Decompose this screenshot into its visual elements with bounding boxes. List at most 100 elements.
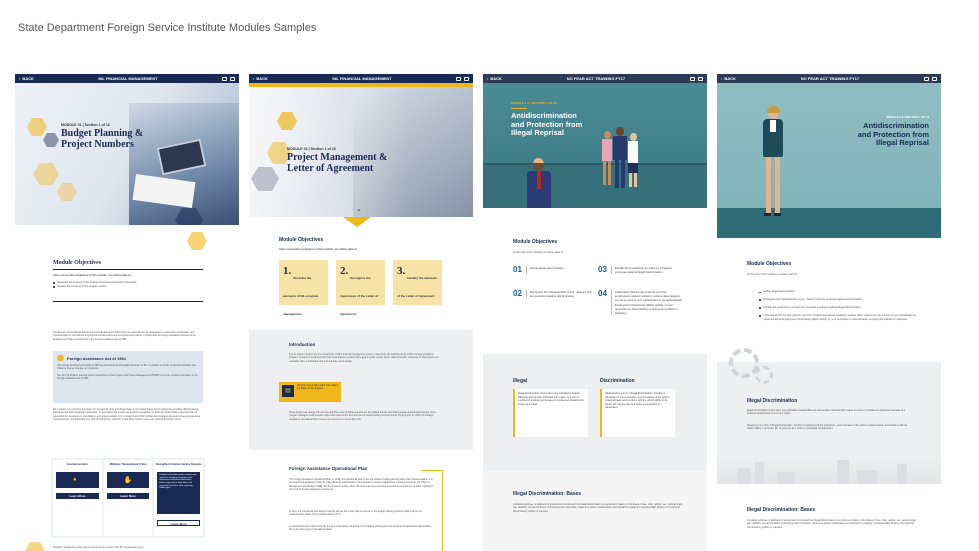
back-button[interactable]: ‹ BACK [19, 76, 34, 81]
operational-plan-paragraph-1: The Foreign Assistance Operational Plan … [289, 479, 434, 492]
objectives-intro: At the end of this module you will be ab… [513, 251, 564, 254]
panel-budget-planning: ‹ BACK INL FINANCIAL MANAGEMENT MODULE 01… [15, 74, 239, 551]
hero-text: MODULE 1.2 | SECTION 1 OF 14 Antidiscrim… [858, 115, 929, 148]
bases-heading: Illegal Discrimination: Bases [513, 491, 582, 497]
hero-title-line1: Budget Planning & [61, 128, 144, 139]
illegal-paragraph-1: Illegal discrimination occurs when one i… [747, 410, 905, 416]
discrimination-definition: Harassment is a form of illegal discrimi… [600, 389, 675, 437]
course-title: INL FINANCIAL MANAGEMENT [332, 76, 392, 81]
print-icon[interactable] [456, 76, 461, 81]
back-button[interactable]: ‹ BACK [721, 76, 736, 81]
card-image: ● [56, 472, 99, 488]
list-item: Define illegal discrimination. [759, 290, 919, 294]
hexagon-decor [25, 542, 45, 551]
print-icon[interactable] [924, 76, 929, 81]
faa-paragraph-1: The Foreign Assistance Act (FAA) of 1961… [57, 365, 196, 371]
bases-section: Illegal Discrimination: Bases A Federal … [483, 471, 707, 551]
print-icon[interactable] [222, 76, 227, 81]
discrimination-heading: Discrimination [600, 378, 635, 384]
skyline-decor [717, 454, 941, 484]
module-label: MODULE 02 | Section 1 of 16 [287, 147, 336, 151]
panel-antidiscrimination-a: ‹ BACK NO FEAR ACT TRAINING FY17 MODULE 1… [483, 74, 707, 551]
floor [717, 208, 941, 238]
menu-icon[interactable] [932, 76, 937, 81]
arrow-pointer [343, 217, 371, 227]
hero-title-line3: Illegal Reprisal [511, 128, 564, 138]
course-title: NO FEAR ACT TRAINING FY17 [800, 76, 860, 81]
operational-plan-heading: Foreign Assistance Operational Plan [289, 466, 368, 471]
card-criminal-justice: Strengthen Criminal Justice Systems Esta… [154, 460, 204, 536]
module-label: MODULE 1.2 | SECTION 1 OF 14 [511, 101, 557, 105]
objective-box-1: 1. Describe the elements of INL program m… [279, 260, 328, 316]
hexagon-icon [57, 355, 64, 361]
history-callout[interactable]: ▤ Click the icon at left to learn more a… [279, 382, 341, 402]
introduction-paragraph-1: Just as project numbers are the cornerst… [289, 354, 439, 363]
panel-antidiscrimination-b: ‹ BACK NO FEAR ACT TRAINING FY17 MODULE 1… [717, 74, 941, 551]
menu-icon[interactable] [698, 76, 703, 81]
chevron-left-icon: ‹ [487, 76, 489, 81]
hexagon-decor [57, 183, 77, 201]
card-transnational-crime: Minimize Transnational Crime ✋ Learn Mor… [103, 460, 153, 536]
chevron-left-icon: ‹ [253, 76, 255, 81]
hero-title-line2: Letter of Agreement [287, 162, 374, 174]
panel-project-management: ‹ BACK INL FINANCIAL MANAGEMENT MODULE 02… [249, 74, 473, 551]
back-button[interactable]: ‹ BACK [487, 76, 502, 81]
objectives-heading: Module Objectives [747, 261, 792, 267]
objective-box-2: 2. Recognize the importance of the Letter… [336, 260, 385, 316]
man-illustration [613, 127, 627, 189]
module-label: MODULE 01 | Section 1 of 12 [61, 123, 110, 127]
faa-callout: Foreign Assistance Act of 1961 The Forei… [53, 351, 203, 403]
chevron-down-icon[interactable]: ⌄ [356, 205, 362, 213]
module-label: MODULE 1.2 | SECTION 1 OF 14 [886, 115, 929, 119]
operational-plan-paragraph-3: An operational plan is determined by the… [289, 526, 432, 532]
card-counternarcotics: Counternarcotics ● Learn More [53, 460, 102, 536]
top-bar: ‹ BACK NO FEAR ACT TRAINING FY17 [717, 74, 941, 83]
operational-plan-paragraph-2: In short, the operational plan defines h… [289, 511, 422, 517]
learn-more-cards: Counternarcotics ● Learn More Minimize T… [51, 458, 205, 538]
introduction-heading: Introduction [289, 342, 316, 347]
menu-icon[interactable] [230, 76, 235, 81]
faa-title: Foreign Assistance Act of 1961 [67, 355, 127, 361]
card-detail-text: Establish and facilitate stable criminal… [157, 472, 201, 514]
introduction-section: Introduction Just as project numbers are… [249, 330, 473, 450]
hand-icon: ✋ [123, 477, 133, 484]
objectives-heading: Module Objectives [279, 237, 324, 243]
info-icon[interactable]: ▤ [282, 385, 294, 397]
woman-illustration [627, 133, 639, 189]
objective-item: 04 Understand that the law protects you f… [598, 289, 682, 316]
hero-title-line1: Project Management & [287, 152, 388, 163]
bases-paragraph: A Federal employee or applicant for empl… [513, 504, 683, 513]
objective-item: 02 Recognize the characteristics (a.k.a. … [513, 289, 592, 299]
hexagon-decor [27, 118, 47, 136]
hexagon-decor [43, 133, 59, 147]
hero-banner: MODULE 02 | Section 1 of 16 Project Mana… [249, 87, 473, 217]
list-item: Explain the protections you have as a Fe… [759, 306, 919, 310]
illegal-paragraph-2: Harassment is a form of illegal discrimi… [747, 425, 908, 431]
chevron-left-icon: ‹ [19, 76, 21, 81]
hero-banner: MODULE 01 | Section 1 of 12 Budget Plann… [15, 83, 239, 225]
top-bar: ‹ BACK INL FINANCIAL MANAGEMENT [15, 74, 239, 83]
footer-paragraph: Program management at INL may be viewed … [53, 547, 144, 549]
print-icon[interactable] [690, 76, 695, 81]
definition-section: Illegal Discrimination Illegal discrimin… [717, 348, 941, 484]
gear-icon [755, 366, 773, 384]
tablet-image [156, 138, 207, 176]
bases-paragraph: A Federal employee or applicant for empl… [747, 520, 917, 529]
introduction-paragraph-2: These things may change from the time th… [289, 412, 436, 421]
woman-illustration [761, 106, 785, 235]
chevron-left-icon: ‹ [721, 76, 723, 81]
menu-icon[interactable] [464, 76, 469, 81]
pill-icon: ● [73, 477, 77, 483]
paper-image [132, 173, 196, 209]
hexagon-decor [33, 163, 59, 185]
illegal-heading: Illegal Discrimination [747, 398, 798, 404]
learn-more-button[interactable]: Learn More [106, 493, 150, 499]
learn-more-button[interactable]: Learn More [56, 493, 99, 499]
hero-title-line2: Project Numbers [61, 138, 134, 150]
objective-item: 03 Explain the protections you have as a … [598, 265, 683, 275]
objectives-intro: Upon successful completion of this modul… [279, 248, 358, 251]
hero-text: MODULE 02 | Section 1 of 16 Project Mana… [287, 147, 387, 174]
learn-more-button[interactable]: Learn More [157, 520, 201, 526]
back-button[interactable]: ‹ BACK [253, 76, 268, 81]
hexagon-decor [187, 232, 207, 250]
